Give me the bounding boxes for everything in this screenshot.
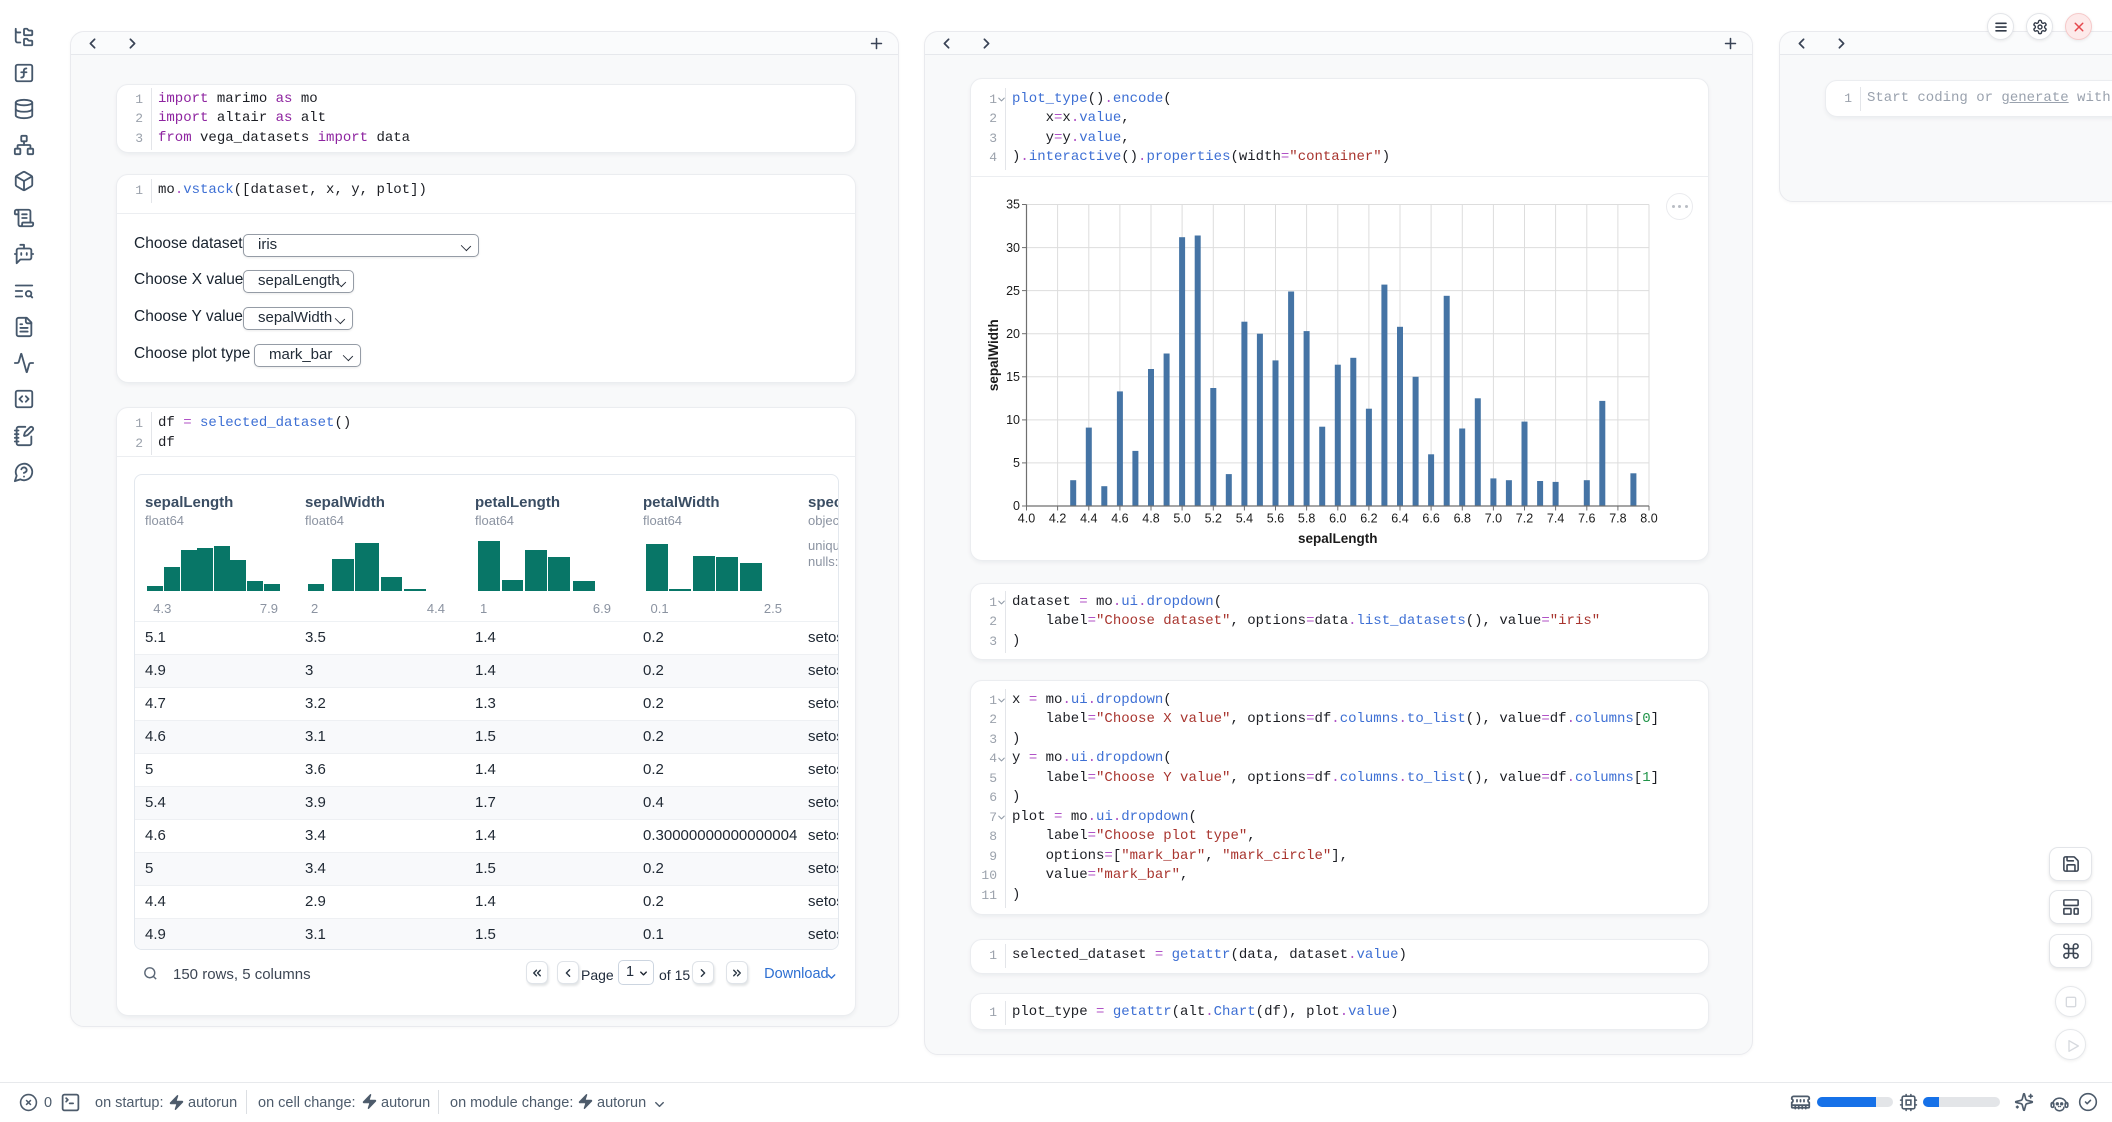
svg-text:10: 10	[1006, 413, 1020, 427]
svg-text:6.8: 6.8	[1454, 512, 1471, 526]
svg-text:5.4: 5.4	[1236, 512, 1253, 526]
svg-text:4.6: 4.6	[1111, 512, 1128, 526]
svg-text:4.2: 4.2	[1049, 512, 1066, 526]
svg-text:7.2: 7.2	[1516, 512, 1533, 526]
svg-text:4.4: 4.4	[1080, 512, 1097, 526]
svg-text:8.0: 8.0	[1640, 512, 1657, 526]
svg-text:6.4: 6.4	[1391, 512, 1408, 526]
svg-text:25: 25	[1006, 284, 1020, 298]
svg-text:5.2: 5.2	[1205, 512, 1222, 526]
svg-text:sepalLength: sepalLength	[1298, 531, 1378, 546]
svg-text:35: 35	[1006, 198, 1020, 212]
svg-text:7.4: 7.4	[1547, 512, 1564, 526]
svg-text:6.0: 6.0	[1329, 512, 1346, 526]
svg-text:5: 5	[1013, 456, 1020, 470]
svg-text:sepalWidth: sepalWidth	[986, 319, 1001, 391]
svg-text:5.6: 5.6	[1267, 512, 1284, 526]
svg-text:4.0: 4.0	[1018, 512, 1035, 526]
svg-text:0: 0	[1013, 499, 1020, 513]
svg-text:6.2: 6.2	[1360, 512, 1377, 526]
svg-text:30: 30	[1006, 241, 1020, 255]
svg-text:7.6: 7.6	[1578, 512, 1595, 526]
svg-text:7.0: 7.0	[1485, 512, 1502, 526]
svg-text:7.8: 7.8	[1609, 512, 1626, 526]
svg-text:5.8: 5.8	[1298, 512, 1315, 526]
svg-text:4.8: 4.8	[1142, 512, 1159, 526]
svg-text:20: 20	[1006, 327, 1020, 341]
svg-text:5.0: 5.0	[1173, 512, 1190, 526]
svg-text:6.6: 6.6	[1422, 512, 1439, 526]
svg-text:15: 15	[1006, 370, 1020, 384]
